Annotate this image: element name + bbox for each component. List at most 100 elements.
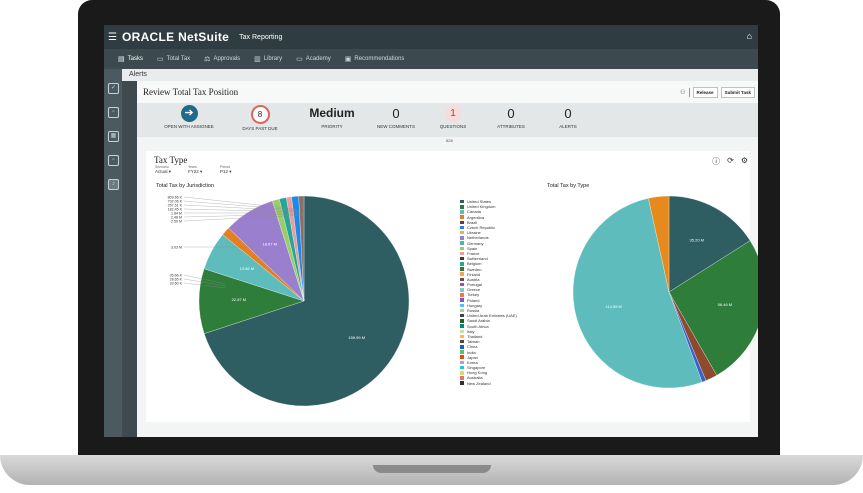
library-icon: ▥ xyxy=(254,56,261,63)
tab-label: Academy xyxy=(305,56,331,62)
days-past-due-value: 8 xyxy=(250,105,270,124)
chevron-down-icon: ▾ xyxy=(229,169,232,174)
calendar-alt-icon[interactable]: ▫ xyxy=(108,155,119,166)
app-logo: ORACLE NetSuite xyxy=(121,30,230,44)
tab-bar: ▤ Tasks ▭ Total Tax ⚖ Approvals ▥ Library ▭ A… xyxy=(104,49,758,69)
menu-icon[interactable]: ☰ xyxy=(108,32,117,43)
metric-label: PRIORITY xyxy=(321,124,343,129)
metric-label: NEW COMMENTS xyxy=(377,124,415,129)
release-button[interactable]: Release xyxy=(692,87,718,98)
legend-swatch xyxy=(460,308,464,313)
home-icon[interactable]: ⌂ xyxy=(747,31,752,41)
legend-item[interactable]: New Zealand xyxy=(460,381,517,386)
new-comments-value: 0 xyxy=(392,106,400,121)
screen: ☰ ORACLE NetSuite Tax Reporting ⌂ ▤ Tasks… xyxy=(104,25,758,437)
tasks-icon: ▤ xyxy=(118,56,125,63)
dropdown-value: FY22 xyxy=(188,169,199,174)
legend-swatch xyxy=(460,272,464,276)
chevron-down-icon: ▾ xyxy=(168,169,172,174)
tax-type-card: Tax Type Scenario Actual ▾ Years FY22 ▾ … xyxy=(146,151,758,422)
tab-recommendations[interactable]: ▣ Recommendations xyxy=(345,55,405,63)
scenario-dropdown[interactable]: Scenario Actual ▾ xyxy=(155,165,171,175)
bell-icon[interactable]: ♪ xyxy=(108,179,119,190)
info-icon[interactable]: ⓘ xyxy=(712,156,720,167)
years-dropdown[interactable]: Years FY22 ▾ xyxy=(188,165,202,175)
legend-swatch xyxy=(460,282,464,287)
people-icon[interactable]: ⚇ xyxy=(680,89,685,96)
legend-swatch xyxy=(460,355,464,359)
legend-swatch xyxy=(460,230,464,235)
legend-swatch xyxy=(460,220,464,225)
metrics-strip: ➔ OPEN WITH ASSIGNEE 8 DAYS PAST DUE Med… xyxy=(137,103,758,137)
metric-days-past-due: 8 DAYS PAST DUE xyxy=(235,105,285,131)
legend-swatch xyxy=(460,371,464,375)
questions-value: 1 xyxy=(444,105,462,122)
legend-swatch xyxy=(460,241,464,245)
outer-slice-label: 3.03 M xyxy=(171,246,182,250)
dropdown-value: P12 xyxy=(220,169,229,174)
top-bar: ☰ ORACLE NetSuite Tax Reporting ⌂ xyxy=(104,25,758,49)
approvals-icon: ⚖ xyxy=(204,56,211,63)
legend-swatch xyxy=(460,313,464,318)
metric-alerts[interactable]: 0 ALERTS xyxy=(543,105,593,129)
app-name: Tax Reporting xyxy=(239,33,283,41)
tab-approvals[interactable]: ⚖ Approvals xyxy=(204,55,240,63)
metric-questions[interactable]: 1 QUESTIONS xyxy=(428,105,478,129)
metric-label: DAYS PAST DUE xyxy=(242,126,278,131)
legend-swatch xyxy=(460,303,464,308)
alerts-header: Alerts xyxy=(122,69,758,81)
type-pie-chart: 35.20 M 56.46 M 114.55 M xyxy=(572,195,758,389)
submit-task-button[interactable]: Submit Task xyxy=(720,87,755,98)
divider xyxy=(688,88,690,97)
period-dropdown[interactable]: Period P12 ▾ xyxy=(220,165,232,175)
tab-label: Recommendations xyxy=(354,56,405,62)
arrow-right-icon: ➔ xyxy=(180,105,198,122)
tab-total-tax[interactable]: ▭ Total Tax xyxy=(157,55,190,63)
tab-library[interactable]: ▥ Library xyxy=(254,55,282,63)
legend-swatch xyxy=(460,334,464,339)
tab-label: Approvals xyxy=(213,56,241,62)
legend-swatch xyxy=(460,365,464,370)
refresh-icon[interactable]: ⟳ xyxy=(727,156,734,167)
legend-swatch xyxy=(460,246,464,251)
task-panel: Review Total Tax Position ⚇ Release Subm… xyxy=(137,81,758,437)
tab-label: Tasks xyxy=(127,56,143,62)
metric-label: OPEN WITH ASSIGNEE xyxy=(164,124,214,129)
gear-icon[interactable]: ⚙ xyxy=(741,156,748,167)
priority-value: Medium xyxy=(309,106,355,120)
calendar-check-icon[interactable]: ✓ xyxy=(108,83,119,94)
metric-open-with-assignee[interactable]: ➔ OPEN WITH ASSIGNEE xyxy=(159,105,219,129)
legend-swatch xyxy=(460,381,464,385)
legend-swatch xyxy=(460,215,464,219)
legend-swatch xyxy=(460,262,464,266)
tab-academy[interactable]: ▭ Academy xyxy=(296,55,331,63)
legend-swatch xyxy=(460,298,464,302)
slice-label: 13.56 M xyxy=(240,266,254,271)
legend-swatch xyxy=(460,293,464,297)
legend-swatch xyxy=(460,205,464,209)
review-title: Review Total Tax Position xyxy=(143,87,239,97)
legend-swatch xyxy=(460,345,464,349)
tab-label: Total Tax xyxy=(166,56,191,62)
grid-icon[interactable]: ▦ xyxy=(108,131,119,142)
calendar-icon[interactable]: ▫ xyxy=(108,107,119,118)
metric-label: QUESTIONS xyxy=(439,124,467,129)
recommendations-icon: ▣ xyxy=(344,56,352,63)
left-rail: ✓ ▫ ▦ ▫ ♪ xyxy=(104,69,122,437)
metric-attributes[interactable]: 0 ATTRIBUTES xyxy=(486,105,536,129)
metric-label: ATTRIBUTES xyxy=(497,124,525,129)
metric-new-comments[interactable]: 0 NEW COMMENTS xyxy=(371,105,421,129)
legend-swatch xyxy=(460,225,464,230)
tab-tasks[interactable]: ▤ Tasks xyxy=(118,55,143,63)
tab-label: Library xyxy=(263,56,283,62)
slice-label: 114.55 M xyxy=(606,304,622,309)
metric-label: ALERTS xyxy=(559,124,577,129)
review-header: Review Total Tax Position ⚇ Release Subm… xyxy=(137,81,758,104)
legend-swatch xyxy=(460,360,464,365)
legend-swatch xyxy=(460,329,464,334)
alerts-value: 0 xyxy=(564,106,572,121)
legend-swatch xyxy=(460,277,464,282)
slice-label: 159.99 M xyxy=(348,335,365,340)
metric-priority: Medium PRIORITY xyxy=(307,105,357,129)
legend-swatch xyxy=(460,256,464,261)
